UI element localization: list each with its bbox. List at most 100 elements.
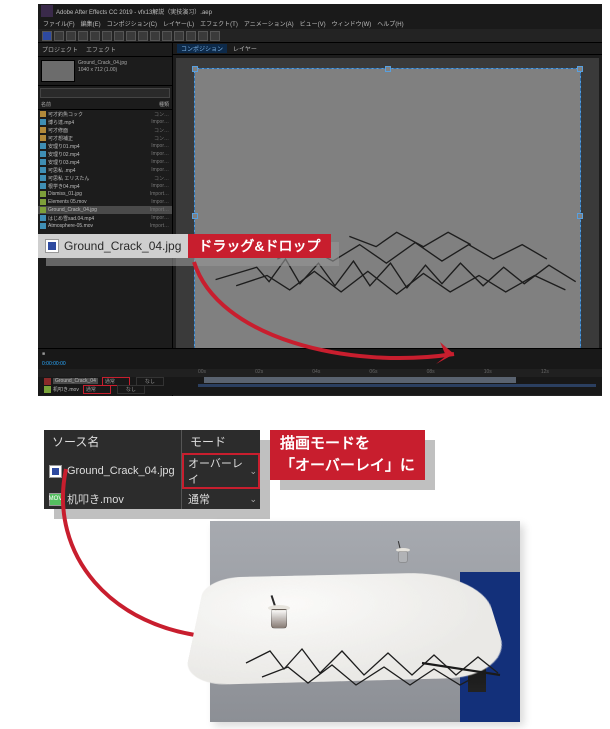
- project-panel-tabs[interactable]: プロジェクト エフェクト: [38, 43, 172, 57]
- tab-layer[interactable]: レイヤー: [233, 44, 257, 53]
- layer-mode-dropdown[interactable]: 通常: [83, 385, 111, 394]
- col-name[interactable]: 名前: [41, 101, 126, 108]
- brush-tool-icon[interactable]: [162, 31, 172, 41]
- layer-trackmatte-dropdown[interactable]: なし: [117, 385, 145, 394]
- item-type-icon: [40, 199, 46, 205]
- menubar[interactable]: ファイル(F) 編集(E) コンポジション(C) レイヤー(L) エフェクト(T…: [38, 18, 602, 29]
- instruction-label: 描画モードを 「オーバーレイ」に: [270, 430, 425, 480]
- composition-canvas[interactable]: [194, 68, 581, 364]
- timeline-tab[interactable]: ■: [42, 351, 45, 357]
- project-item[interactable]: 博ら達.mp4Impor…: [38, 118, 172, 126]
- menu-layer[interactable]: レイヤー(L): [163, 19, 194, 28]
- project-item-name: 可才修面: [48, 127, 154, 134]
- layer-name: Ground_Crack_04.jpg: [67, 465, 175, 477]
- ruler-tick: 08s: [427, 369, 484, 377]
- menu-view[interactable]: ビュー(V): [300, 19, 326, 28]
- menu-help[interactable]: ヘルプ(H): [377, 19, 403, 28]
- item-type-icon: [40, 215, 46, 221]
- item-type-icon: [40, 175, 46, 181]
- project-item-type: Impor…: [151, 215, 169, 221]
- item-type-icon: [40, 111, 46, 117]
- menu-effect[interactable]: エフェクト(T): [200, 19, 238, 28]
- layer-clip[interactable]: [204, 377, 516, 383]
- rotate-tool-icon[interactable]: [90, 31, 100, 41]
- timeline-tabs[interactable]: ■: [38, 349, 602, 359]
- pen-tool-icon[interactable]: [138, 31, 148, 41]
- zoom-tool-icon[interactable]: [78, 31, 88, 41]
- project-item[interactable]: 可思私 .mp4Impor…: [38, 166, 172, 174]
- camera-tool-icon[interactable]: [102, 31, 112, 41]
- home-icon[interactable]: [42, 31, 52, 41]
- project-item[interactable]: Atmosphere-05.movImport…: [38, 222, 172, 230]
- project-item[interactable]: 安理り02.mp4Impor…: [38, 150, 172, 158]
- timeline-header: 0:00:00:00: [38, 359, 602, 369]
- transform-handle-icon[interactable]: [577, 66, 583, 72]
- project-item-name: 博ら達.mp4: [48, 119, 151, 126]
- clone-tool-icon[interactable]: [174, 31, 184, 41]
- text-tool-icon[interactable]: [150, 31, 160, 41]
- project-item[interactable]: 可思私 エリスたんコン…: [38, 174, 172, 182]
- hand-tool-icon[interactable]: [66, 31, 76, 41]
- project-item-name: Ground_Crack_04.jpg: [48, 207, 150, 213]
- project-search-input[interactable]: [40, 88, 170, 98]
- eraser-tool-icon[interactable]: [186, 31, 196, 41]
- item-type-icon: [40, 151, 46, 157]
- project-item[interactable]: Dismiss_01.jpgImport…: [38, 190, 172, 198]
- item-type-icon: [40, 119, 46, 125]
- drag-drop-callout: Ground_Crack_04.jpg ドラッグ&ドロップ: [38, 234, 331, 258]
- project-item[interactable]: Ground_Crack_04.jpgImport…: [38, 206, 172, 214]
- menu-anim[interactable]: アニメーション(A): [244, 19, 294, 28]
- project-item-name: 可思私 エリスたん: [48, 175, 154, 182]
- mode-row[interactable]: MOV机叩き.mov通常⌄: [44, 489, 260, 509]
- project-item[interactable]: 根学き04.mp4Impor…: [38, 182, 172, 190]
- col-type[interactable]: 種類: [126, 101, 169, 108]
- menu-edit[interactable]: 編集(E): [81, 19, 101, 28]
- transform-handle-icon[interactable]: [192, 66, 198, 72]
- work-area[interactable]: [198, 384, 596, 387]
- menu-window[interactable]: ウィンドウ(W): [332, 19, 372, 28]
- transform-handle-icon[interactable]: [385, 66, 391, 72]
- puppet-tool-icon[interactable]: [210, 31, 220, 41]
- project-list[interactable]: 可才釣魚コックコン…博ら達.mp4Impor…可才修面コン…可才想補正コン…安理…: [38, 110, 172, 354]
- roto-tool-icon[interactable]: [198, 31, 208, 41]
- ruler-tick: 12s: [541, 369, 598, 377]
- window-title: Adobe After Effects CC 2019 - vfx13解説（実技…: [56, 7, 212, 16]
- tab-effect[interactable]: エフェクト: [86, 45, 116, 54]
- ruler-tick: 02s: [255, 369, 312, 377]
- callout-label: ドラッグ&ドロップ: [188, 234, 330, 258]
- ruler-tick: 06s: [369, 369, 426, 377]
- blend-mode-dropdown[interactable]: 通常⌄: [182, 489, 260, 509]
- shape-tool-icon[interactable]: [126, 31, 136, 41]
- project-columns: 名前 種類: [38, 100, 172, 110]
- menu-file[interactable]: ファイル(F): [43, 19, 75, 28]
- timeline-track[interactable]: [198, 377, 596, 385]
- transform-handle-icon[interactable]: [192, 213, 198, 219]
- mode-row[interactable]: Ground_Crack_04.jpg オーバーレイ⌄: [44, 453, 260, 489]
- timeline-panel[interactable]: ■ 0:00:00:00 00s 02s 04s 06s 08s 10s 12s…: [38, 348, 602, 395]
- project-item-name: 安理り03.mp4: [48, 159, 151, 166]
- pan-tool-icon[interactable]: [114, 31, 124, 41]
- project-item-name: 可思私 .mp4: [48, 167, 151, 174]
- project-item[interactable]: はじめ雪sad.04.mp4Impor…: [38, 214, 172, 222]
- project-item[interactable]: 安理り03.mp4Impor…: [38, 158, 172, 166]
- tab-project[interactable]: プロジェクト: [42, 45, 78, 54]
- project-item[interactable]: 可才修面コン…: [38, 126, 172, 134]
- blend-mode-dropdown[interactable]: オーバーレイ⌄: [182, 453, 260, 489]
- selection-tool-icon[interactable]: [54, 31, 64, 41]
- project-item[interactable]: 安理り01.mp4Impor…: [38, 142, 172, 150]
- project-item[interactable]: 可才想補正コン…: [38, 134, 172, 142]
- viewer-tabs[interactable]: コンポジション レイヤー: [173, 43, 602, 55]
- menu-comp[interactable]: コンポジション(C): [107, 19, 157, 28]
- project-item[interactable]: Elements 05.movImpor…: [38, 198, 172, 206]
- project-panel[interactable]: プロジェクト エフェクト Ground_Crack_04.jpg 1040 x …: [38, 43, 172, 396]
- tab-composition[interactable]: コンポジション: [177, 44, 227, 53]
- dragged-file-name: Ground_Crack_04.jpg: [64, 239, 181, 253]
- toolbar[interactable]: [38, 29, 602, 43]
- project-item[interactable]: 可才釣魚コックコン…: [38, 110, 172, 118]
- coffee-cup-icon: [268, 601, 290, 631]
- viewer-area[interactable]: [176, 58, 599, 382]
- transform-handle-icon[interactable]: [577, 213, 583, 219]
- project-item-type: Impor…: [151, 159, 169, 165]
- item-type-icon: [40, 191, 46, 197]
- timecode[interactable]: 0:00:00:00: [42, 361, 66, 367]
